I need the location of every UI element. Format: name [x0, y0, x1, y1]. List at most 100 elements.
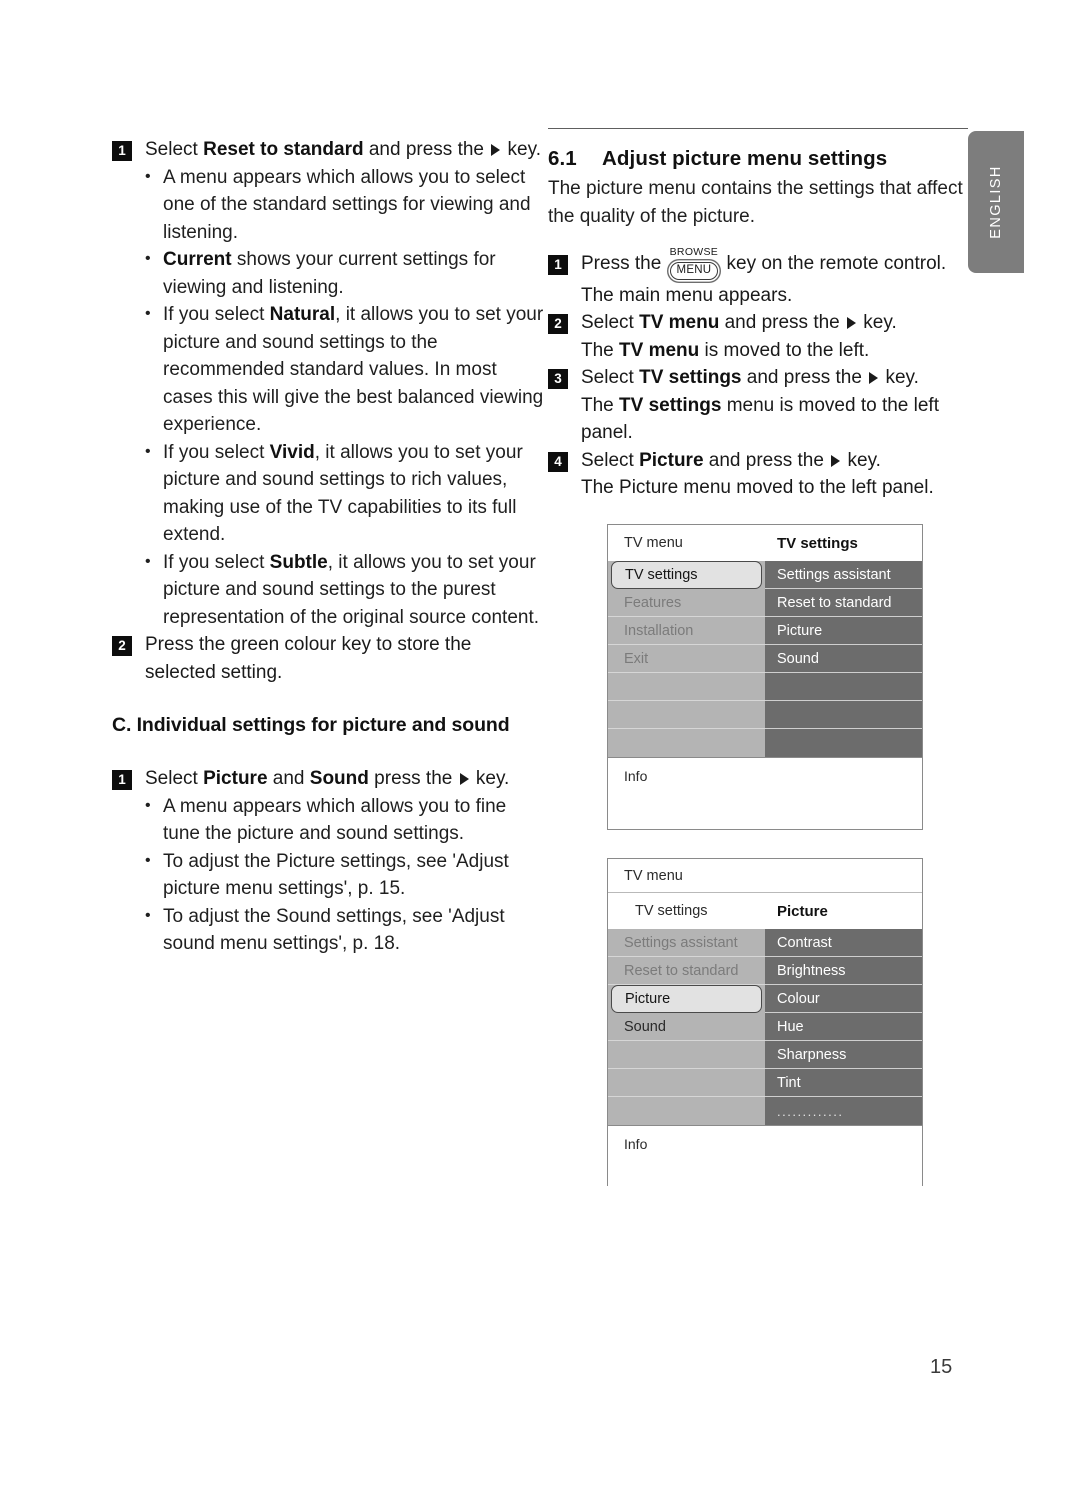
figure2-left-column: Settings assistant Reset to standard Pic…	[608, 929, 765, 1125]
figure2-rows: Settings assistant Reset to standard Pic…	[608, 929, 922, 1125]
step-select-picture: 4 Select Picture and press the key. The P…	[548, 447, 968, 502]
menu-item-label: Sharpness	[777, 1046, 847, 1063]
menu-item-brightness[interactable]: Brightness	[765, 957, 922, 985]
figure2-header-right-label: Picture	[777, 902, 828, 920]
menu-item-contrast[interactable]: Contrast	[765, 929, 922, 957]
menu-item-settings-assistant[interactable]: Settings assistant	[765, 561, 922, 589]
figure2-header: TV settings Picture	[608, 893, 922, 929]
tv-menu-figure-2: TV menu TV settings Picture Settings ass…	[607, 858, 923, 1187]
menu-item-label: Exit	[624, 650, 649, 667]
step-text-a: Select	[145, 768, 204, 789]
step1-bullet-list: A menu appears which allows you to selec…	[112, 163, 544, 632]
step-text: Select TV menu and press the key. The TV …	[581, 309, 968, 364]
menu-item-empty	[608, 1097, 765, 1125]
menu-item-picture[interactable]: Picture	[765, 617, 922, 645]
step-bold-a: Picture	[203, 768, 268, 789]
figure1-left-column: TV settings Features Installation Exit	[608, 561, 765, 757]
step-text-b: and	[267, 768, 310, 789]
menu-item-label: Features	[624, 594, 682, 611]
step-select-picture-sound: 1 Select Picture and Sound press the key…	[112, 765, 544, 793]
menu-key-icon: BROWSE MENU	[669, 246, 719, 282]
menu-item-sharpness[interactable]: Sharpness	[765, 1041, 922, 1069]
step-badge: 2	[112, 636, 132, 656]
step-bold-a: Reset to standard	[203, 139, 364, 160]
menu-item-hue[interactable]: Hue	[765, 1013, 922, 1041]
menu-item-reset-to-standard[interactable]: Reset to standard	[765, 589, 922, 617]
menu-item-colour[interactable]: Colour	[765, 985, 922, 1013]
right-arrow-icon	[459, 773, 469, 785]
section-intro: The picture menu contains the settings t…	[548, 178, 963, 227]
menu-item-label: Contrast	[777, 934, 832, 951]
menu-item-empty	[608, 1069, 765, 1097]
step-text-a: Select	[581, 449, 640, 471]
step-text-b: and press the	[741, 367, 868, 388]
list-item: If you select Natural, it allows you to …	[145, 300, 544, 439]
step-text-b: and press the	[703, 449, 830, 471]
menu-item-tv-settings[interactable]: TV settings	[611, 561, 762, 589]
menu-item-label: Installation	[624, 622, 694, 639]
menu-item-sound[interactable]: Sound	[765, 645, 922, 673]
menu-item-empty	[608, 729, 765, 757]
step-select-tv-settings: 3 Select TV settings and press the key. T…	[548, 364, 968, 447]
step-text: Press the BROWSE MENU key on the remote c…	[581, 246, 968, 309]
step-text-a: Select	[581, 367, 640, 388]
section-heading-c: C. Individual settings for picture and s…	[112, 714, 510, 736]
step-text-b: and press the	[363, 139, 490, 160]
step-text-b: and press the	[719, 312, 846, 333]
step-select-tv-menu: 2 Select TV menu and press the key. The T…	[548, 309, 968, 364]
step-line2-a: The	[581, 339, 620, 361]
menu-item-picture[interactable]: Picture	[611, 985, 762, 1013]
figure2-header-top: TV menu	[608, 859, 922, 893]
figure2-info-label: Info	[624, 1136, 648, 1152]
bullet-text: If you select	[163, 304, 270, 325]
menu-item-label: Colour	[777, 990, 820, 1007]
figure1-info-label: Info	[624, 768, 648, 784]
step-text: Select Picture and Sound press the key.	[145, 765, 544, 793]
menu-item-installation[interactable]: Installation	[608, 617, 765, 645]
step-text-a: Select	[581, 312, 640, 333]
bullet-text: To adjust the Sound settings, see 'Adjus…	[163, 905, 505, 955]
figure1-header-right: TV settings	[765, 525, 922, 561]
right-column: 6.1 Adjust picture menu settings The pict…	[548, 128, 968, 502]
step-line2-a: The	[581, 394, 620, 416]
menu-item-empty	[608, 701, 765, 729]
step-badge: 1	[548, 255, 568, 275]
menu-item-more[interactable]: .............	[765, 1097, 922, 1125]
menu-item-label: .............	[777, 1103, 844, 1119]
step-text-c: key.	[880, 367, 919, 388]
section-number: 6.1	[548, 147, 577, 170]
step-badge: 4	[548, 451, 568, 472]
language-tab-label: ENGLISH	[988, 165, 1004, 239]
menu-item-empty	[608, 1041, 765, 1069]
step-line2-bold: TV settings	[619, 394, 722, 416]
step-text-d: key.	[470, 768, 510, 789]
bullet-bold: Vivid	[269, 441, 315, 463]
menu-item-tint[interactable]: Tint	[765, 1069, 922, 1097]
menu-item-sound[interactable]: Sound	[608, 1013, 765, 1041]
figure1-rows: TV settings Features Installation Exit S…	[608, 561, 922, 757]
step-badge: 3	[548, 369, 568, 389]
menu-item-label: Reset to standard	[624, 962, 739, 979]
section-title: 6.1 Adjust picture menu settings	[548, 147, 968, 171]
language-tab: ENGLISH	[968, 131, 1024, 273]
list-item: Current shows your current settings for …	[145, 245, 544, 301]
step-bold-a: TV settings	[639, 367, 742, 388]
bullet-text: If you select	[163, 441, 270, 463]
menu-item-reset-to-standard[interactable]: Reset to standard	[608, 957, 765, 985]
menu-item-empty	[765, 701, 922, 729]
bullet-text: If you select	[163, 551, 270, 573]
bullet-text: To adjust the Picture settings, see 'Adj…	[163, 850, 509, 900]
figure1-header-left-label: TV menu	[624, 535, 683, 551]
bullet-text: A menu appears which allows you to fine …	[163, 795, 507, 845]
menu-item-features[interactable]: Features	[608, 589, 765, 617]
menu-item-settings-assistant[interactable]: Settings assistant	[608, 929, 765, 957]
step-badge: 2	[548, 314, 568, 334]
figure1-header-left: TV menu	[608, 525, 765, 561]
menu-item-empty	[608, 673, 765, 701]
step-text: Select Reset to standard and press the k…	[145, 136, 544, 164]
step-reset-to-standard: 1 Select Reset to standard and press the…	[112, 136, 544, 164]
menu-item-exit[interactable]: Exit	[608, 645, 765, 673]
page-number: 15	[930, 1356, 953, 1378]
right-arrow-icon	[831, 454, 841, 467]
step-text: Select Picture and press the key. The Pic…	[581, 447, 968, 502]
